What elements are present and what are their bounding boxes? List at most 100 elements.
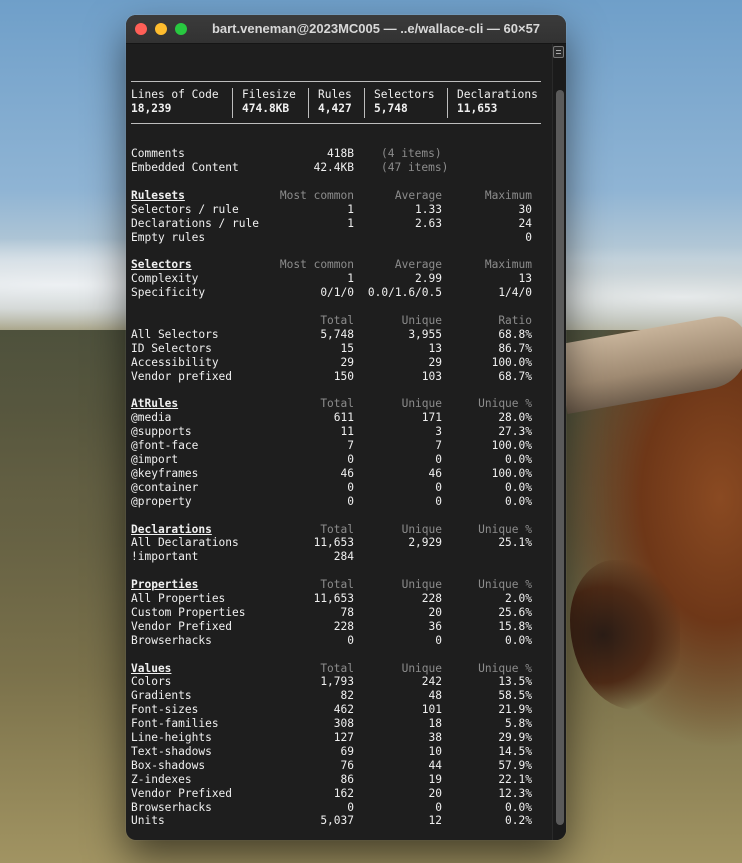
metric-value: 308 [333,717,354,731]
metric-value: 0 [347,633,354,647]
metric-value: 0 [435,480,442,494]
minimize-button[interactable] [155,23,167,35]
metric-label: Vendor Prefixed [131,786,233,800]
metric-label: Colors [131,675,172,689]
section-header-row: AtRules Total Unique Unique % [131,397,541,411]
title-bar[interactable]: bart.veneman@2023MC005 — ..e/wallace-cli… [126,15,566,44]
summary-bar: Lines of Code 18,239 Filesize 474.8KB Ru… [131,88,541,122]
section-header-row: Selectors Most common Average Maximum [131,258,541,272]
metric-value: 0/1/0 [320,286,354,300]
metric-value: 44 [428,758,442,772]
stat-row: Accessibility 29 29 100.0% [131,356,541,370]
metric-label: ID Selectors [131,341,212,355]
column-header: Maximum [484,258,532,272]
stat-row: Font-families 308 18 5.8% [131,717,541,731]
stat-row: Empty rules 0 [131,231,541,245]
metric-label: All Declarations [131,536,239,550]
summary-label: Lines of Code [131,88,219,101]
metric-value: 1 [347,202,354,216]
metric-value: 12 [428,814,442,828]
metric-value: 0 [435,633,442,647]
column-header: Most common [279,188,354,202]
metric-value: 228 [333,619,354,633]
scrollbar-thumb[interactable] [556,90,564,825]
metric-value: 0 [347,480,354,494]
metric-value: 57.9% [498,758,532,772]
zoom-button[interactable] [175,23,187,35]
summary-label: Filesize [242,88,296,101]
metric-value: 58.5% [498,689,532,703]
stat-row: @font-face 7 7 100.0% [131,439,541,453]
stat-row: Colors 1,793 242 13.5% [131,675,541,689]
metric-value: 3,955 [408,327,442,341]
metric-value: 1/4/0 [498,286,532,300]
metric-value: 284 [333,550,354,564]
metric-label: Declarations / rule [131,216,259,230]
stat-row: !important 284 [131,550,541,564]
section-header-row: Values Total Unique Unique % [131,662,541,676]
summary-selectors: Selectors 5,748 [364,88,435,118]
metric-value: 7 [435,439,442,453]
section-title: Values [131,661,172,675]
metric-value: 11,653 [313,536,354,550]
metric-label: Font-families [131,717,219,731]
metric-value: 0.0% [505,633,532,647]
metric-value: 13 [518,272,532,286]
metric-value: 462 [333,703,354,717]
metric-value: 0 [435,800,442,814]
metric-value: 1 [347,272,354,286]
metric-value: 20 [428,786,442,800]
metric-value: 76 [340,758,354,772]
metric-value: 100.0% [491,439,532,453]
section-title: Properties [131,578,199,592]
metric-label: Complexity [131,272,199,286]
metric-value: 0 [435,494,442,508]
metric-value: 0 [435,453,442,467]
column-header: Average [394,258,442,272]
metric-value: 5,037 [320,814,354,828]
metric-label: Comments [131,147,185,161]
metric-value: 30 [518,202,532,216]
stat-row: Browserhacks 0 0 0.0% [131,634,541,648]
metric-label: Selectors / rule [131,202,239,216]
stat-row: All Selectors 5,748 3,955 68.8% [131,328,541,342]
close-button[interactable] [135,23,147,35]
metric-value: 27.3% [498,425,532,439]
stat-row: All Properties 11,653 228 2.0% [131,592,541,606]
metric-label: Empty rules [131,230,206,244]
scroll-split-icon[interactable] [553,46,564,58]
metric-value: 0.0/1.6/0.5 [367,286,442,300]
metric-value: 12.3% [498,786,532,800]
metric-label: @font-face [131,439,199,453]
stat-row: Declarations / rule 1 2.63 24 [131,217,541,231]
column-header: Most common [279,258,354,272]
summary-value: 5,748 [374,102,408,115]
summary-label: Declarations [457,88,538,101]
metric-label: !important [131,550,199,564]
section-title: AtRules [131,397,179,411]
stat-row: @keyframes 46 46 100.0% [131,467,541,481]
metric-label: Specificity [131,286,206,300]
metric-value: 29 [428,355,442,369]
column-header: Unique [401,522,442,536]
metric-label: Units [131,814,165,828]
stat-row: @supports 11 3 27.3% [131,425,541,439]
metric-label: @container [131,480,199,494]
stat-row: Text-shadows 69 10 14.5% [131,745,541,759]
stat-row: Line-heights 127 38 29.9% [131,731,541,745]
metric-value: 86.7% [498,341,532,355]
metric-value: 2.0% [505,592,532,606]
metric-label: @keyframes [131,466,199,480]
metric-value: 82 [340,689,354,703]
stat-row: Browserhacks 0 0 0.0% [131,801,541,815]
summary-label: Selectors [374,88,435,101]
metric-label: @property [131,494,192,508]
metric-value: 1,793 [320,675,354,689]
metric-value: 5.8% [505,717,532,731]
summary-value: 4,427 [318,102,352,115]
metric-value: 25.6% [498,605,532,619]
section-title: Selectors [131,258,192,272]
metric-value: 242 [421,675,442,689]
metric-value: 25.1% [498,536,532,550]
metric-value: 46 [428,466,442,480]
